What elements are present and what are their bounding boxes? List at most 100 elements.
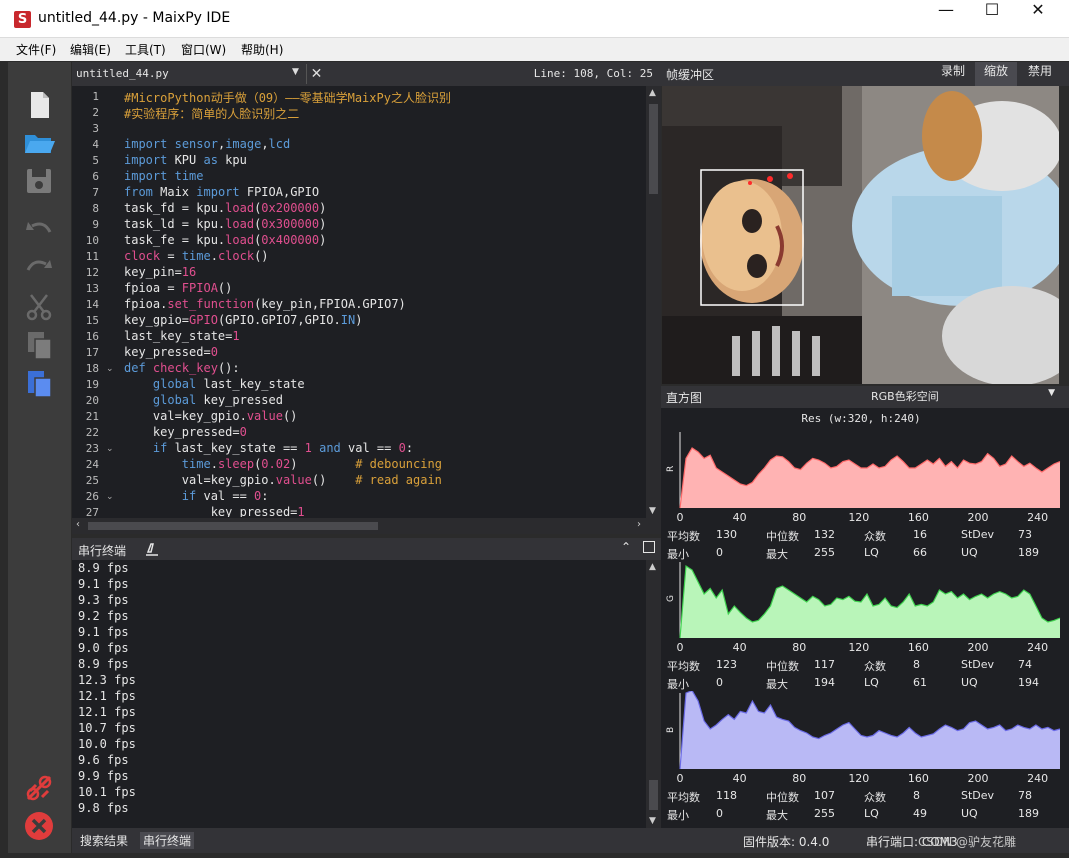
stat-label-uq: UQ: [961, 676, 978, 689]
code-line[interactable]: clock = time.clock(): [124, 249, 644, 265]
zoom-button[interactable]: 缩放: [975, 62, 1017, 86]
code-line[interactable]: if last_key_state == 1 and val == 0:: [124, 441, 644, 457]
status-bar: 搜索结果 串行终端 固件版本: 0.4.0 串行端口: COM3 CSDN @驴…: [72, 828, 1069, 853]
terminal-line: 9.9 fps: [78, 769, 129, 783]
code-line[interactable]: task_ld = kpu.load(0x300000): [124, 217, 644, 233]
chevron-down-icon[interactable]: ▼: [292, 67, 299, 77]
code-editor[interactable]: 1 2 3 4 5 6 7 8 9 10 11 12 13 14 15 16 17 18 ⌄ 19 20 21 22 23 ⌄ 2…: [72, 86, 661, 518]
code-line[interactable]: task_fd = kpu.load(0x200000): [124, 201, 644, 217]
stat-label-mode: 众数: [864, 660, 886, 673]
code-line[interactable]: key_pressed=1: [124, 505, 644, 517]
editor-vertical-scrollbar[interactable]: ▲ ▼: [646, 86, 661, 518]
code-line[interactable]: last_key_state=1: [124, 329, 644, 345]
code-line[interactable]: def check_key():: [124, 361, 644, 377]
terminal-line: 10.0 fps: [78, 737, 136, 751]
line-number: 11: [85, 250, 99, 263]
menu-edit[interactable]: 编辑(E): [70, 41, 111, 58]
disconnect-icon[interactable]: [22, 771, 56, 805]
menu-help[interactable]: 帮助(H): [241, 41, 283, 58]
stat-value-uq: 189: [1018, 807, 1039, 820]
collapse-panel-icon[interactable]: ⌃: [621, 540, 631, 554]
x-tick-label: 200: [968, 772, 989, 785]
code-line[interactable]: global key_pressed: [124, 393, 644, 409]
stat-value-median: 117: [814, 658, 835, 671]
stat-label-mode: 众数: [864, 530, 886, 543]
fold-toggle-icon[interactable]: ⌄: [106, 441, 114, 457]
line-number: 2: [92, 106, 99, 119]
code-line[interactable]: global last_key_state: [124, 377, 644, 393]
save-icon[interactable]: [22, 164, 56, 198]
menu-tools[interactable]: 工具(T): [125, 41, 166, 58]
code-line[interactable]: key_pin=16: [124, 265, 644, 281]
code-line[interactable]: import sensor,image,lcd: [124, 137, 644, 153]
fold-toggle-icon[interactable]: ⌄: [106, 489, 114, 505]
serial-terminal[interactable]: 8.9 fps 9.1 fps 9.3 fps 9.2 fps 9.1 fps 9.0 f…: [72, 560, 661, 828]
stat-value-max: 255: [814, 807, 835, 820]
x-tick-label: 200: [968, 641, 989, 654]
editor-tab-bar: untitled_44.py ▼ ✕ Line: 108, Col: 25: [72, 62, 661, 86]
copy-icon[interactable]: [22, 328, 56, 362]
disable-button[interactable]: 禁用: [1019, 62, 1061, 86]
code-text[interactable]: #MicroPython动手做（09）——零基础学MaixPy之人脸识别 #实验程…: [124, 89, 644, 517]
code-line[interactable]: key_pressed=0: [124, 345, 644, 361]
stat-label-lq: LQ: [864, 807, 879, 820]
editor-horizontal-scrollbar[interactable]: ‹ ›: [72, 518, 661, 534]
close-tab-icon[interactable]: ✕: [306, 64, 326, 84]
code-line[interactable]: key_gpio=GPIO(GPIO.GPIO7,GPIO.IN): [124, 313, 644, 329]
terminal-line: 8.9 fps: [78, 657, 129, 671]
tab-serial-terminal[interactable]: 串行终端: [140, 832, 195, 849]
stat-value-lq: 49: [913, 807, 927, 820]
line-number: 7: [92, 186, 99, 199]
tab-search-results[interactable]: 搜索结果: [77, 832, 131, 849]
stat-label-lq: LQ: [864, 546, 879, 559]
stat-label-mean: 平均数: [667, 660, 700, 673]
code-line[interactable]: time.sleep(0.02) # debouncing: [124, 457, 644, 473]
channel-label: G: [666, 595, 676, 602]
code-line[interactable]: fpioa.set_function(key_pin,FPIOA.GPIO7): [124, 297, 644, 313]
file-tab[interactable]: untitled_44.py: [76, 67, 169, 80]
code-line[interactable]: #MicroPython动手做（09）——零基础学MaixPy之人脸识别: [124, 89, 644, 105]
code-line[interactable]: val=key_gpio.value() # read again: [124, 473, 644, 489]
x-tick-label: 160: [908, 641, 929, 654]
code-line[interactable]: if val == 0:: [124, 489, 644, 505]
code-line[interactable]: from Maix import FPIOA,GPIO: [124, 185, 644, 201]
record-button[interactable]: 录制: [933, 62, 973, 86]
open-folder-icon[interactable]: [22, 126, 56, 160]
maximize-button[interactable]: ☐: [969, 0, 1015, 38]
code-line[interactable]: import time: [124, 169, 644, 185]
menu-window[interactable]: 窗口(W): [181, 41, 226, 58]
code-line[interactable]: import KPU as kpu: [124, 153, 644, 169]
stat-label-mean: 平均数: [667, 791, 700, 804]
redo-icon[interactable]: [22, 252, 56, 286]
x-tick-label: 40: [733, 772, 747, 785]
cut-icon[interactable]: [22, 290, 56, 324]
minimize-button[interactable]: —: [923, 0, 969, 38]
new-file-icon[interactable]: [22, 88, 56, 122]
undo-icon[interactable]: [22, 214, 56, 248]
maximize-panel-icon[interactable]: [643, 541, 655, 553]
terminal-scrollbar[interactable]: ▲ ▼: [646, 560, 661, 828]
code-line[interactable]: #实验程序：简单的人脸识别之二: [124, 105, 644, 121]
line-number: 19: [85, 378, 99, 391]
line-number: 18: [85, 362, 99, 375]
stat-label-median: 中位数: [766, 530, 799, 543]
code-line[interactable]: task_fe = kpu.load(0x400000): [124, 233, 644, 249]
stats-row: 平均数 130 中位数 132 众数 16 StDev 73: [661, 528, 1069, 544]
code-line[interactable]: val=key_gpio.value(): [124, 409, 644, 425]
colorspace-select[interactable]: RGB色彩空间 ▼: [749, 388, 1061, 406]
code-line[interactable]: fpioa = FPIOA(): [124, 281, 644, 297]
fold-toggle-icon[interactable]: ⌄: [106, 361, 114, 377]
stop-icon[interactable]: [22, 809, 56, 843]
code-line[interactable]: [124, 121, 644, 137]
clear-terminal-icon[interactable]: [144, 542, 160, 556]
menu-file[interactable]: 文件(F): [16, 41, 56, 58]
terminal-line: 9.1 fps: [78, 625, 129, 639]
code-line[interactable]: key_pressed=0: [124, 425, 644, 441]
stat-value-mode: 8: [913, 658, 920, 671]
line-number: 4: [92, 138, 99, 151]
paste-icon[interactable]: [22, 366, 56, 400]
channel-label: R: [666, 466, 676, 472]
chevron-down-icon: ▼: [1048, 388, 1055, 398]
stats-row: 平均数 123 中位数 117 众数 8 StDev 74: [661, 658, 1069, 674]
close-window-button[interactable]: ✕: [1015, 0, 1061, 38]
